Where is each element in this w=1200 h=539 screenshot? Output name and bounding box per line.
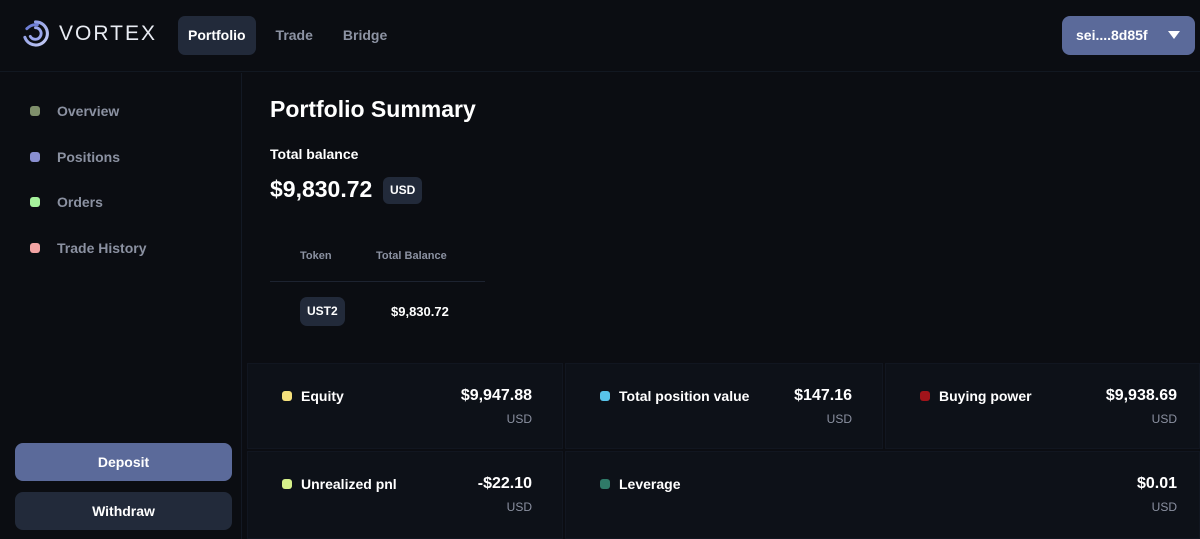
metric-card-unrealized-pnl: Unrealized pnl -$22.10 USD xyxy=(247,451,563,539)
nav-trade[interactable]: Trade xyxy=(266,16,323,55)
app-name: VORTEX xyxy=(59,21,157,45)
metric-label: Buying power xyxy=(939,388,1032,404)
table-divider xyxy=(270,281,485,282)
sidebar-item-label: Trade History xyxy=(57,240,147,256)
sidebar-item-positions[interactable]: Positions xyxy=(30,147,120,167)
sidebar-item-label: Overview xyxy=(57,103,120,119)
currency-badge: USD xyxy=(383,177,423,204)
orders-dot-icon xyxy=(30,197,40,207)
metric-unit: USD xyxy=(1151,500,1177,514)
nav-bridge[interactable]: Bridge xyxy=(333,16,397,55)
nav-portfolio[interactable]: Portfolio xyxy=(178,16,256,55)
withdraw-button[interactable]: Withdraw xyxy=(15,492,232,530)
top-bar: VORTEX Portfolio Trade Bridge sei....8d8… xyxy=(0,0,1200,72)
metric-card-total-position-value: Total position value $147.16 USD xyxy=(565,363,883,449)
metric-card-buying-power: Buying power $9,938.69 USD xyxy=(885,363,1200,449)
page-title: Portfolio Summary xyxy=(270,96,476,122)
metric-label: Leverage xyxy=(619,476,681,492)
vortex-logo-icon xyxy=(23,20,49,47)
chevron-down-icon xyxy=(1168,31,1180,39)
trade-history-dot-icon xyxy=(30,243,40,253)
leverage-dot-icon xyxy=(600,479,610,489)
main-nav: Portfolio Trade Bridge xyxy=(178,16,407,55)
total-balance-label: Total balance xyxy=(270,146,359,162)
token-balance-cell: $9,830.72 xyxy=(391,304,449,319)
sidebar-item-overview[interactable]: Overview xyxy=(30,101,119,121)
total-balance-value: $9,830.72 xyxy=(270,176,373,202)
metric-value: $0.01 xyxy=(1136,475,1177,492)
token-badge[interactable]: UST2 xyxy=(300,297,345,326)
equity-dot-icon xyxy=(282,391,292,401)
metric-card-equity: Equity $9,947.88 USD xyxy=(247,363,563,449)
sidebar-item-label: Positions xyxy=(57,149,121,165)
sidebar-item-orders[interactable]: Orders xyxy=(30,192,103,212)
metric-value: $9,947.88 xyxy=(460,387,532,404)
wallet-button[interactable]: sei....8d85f xyxy=(1062,16,1195,55)
metric-unit: USD xyxy=(506,500,532,514)
metric-unit: USD xyxy=(826,412,852,426)
position-value-dot-icon xyxy=(600,391,610,401)
metric-unit: USD xyxy=(506,412,532,426)
metric-label: Total position value xyxy=(619,388,750,404)
metric-label: Equity xyxy=(301,388,344,404)
metric-value: -$22.10 xyxy=(477,475,532,492)
metric-unit: USD xyxy=(1151,412,1177,426)
unrealized-pnl-dot-icon xyxy=(282,479,292,489)
main-content: Portfolio Summary Total balance $9,830.7… xyxy=(243,73,1200,539)
app-logo[interactable]: VORTEX xyxy=(22,20,157,47)
overview-dot-icon xyxy=(30,106,40,116)
wallet-address: sei....8d85f xyxy=(1076,27,1148,43)
deposit-button[interactable]: Deposit xyxy=(15,443,232,481)
sidebar-item-label: Orders xyxy=(57,194,103,210)
positions-dot-icon xyxy=(30,152,40,162)
metric-card-leverage: Leverage $0.01 USD xyxy=(565,451,1200,539)
table-header-total-balance: Total Balance xyxy=(376,250,447,262)
sidebar: Overview Positions Orders Trade History … xyxy=(0,73,242,539)
buying-power-dot-icon xyxy=(920,391,930,401)
sidebar-item-trade-history[interactable]: Trade History xyxy=(30,238,146,258)
metric-value: $9,938.69 xyxy=(1105,387,1177,404)
metric-value: $147.16 xyxy=(794,387,852,404)
table-header-token: Token xyxy=(300,250,332,262)
metric-label: Unrealized pnl xyxy=(301,476,397,492)
